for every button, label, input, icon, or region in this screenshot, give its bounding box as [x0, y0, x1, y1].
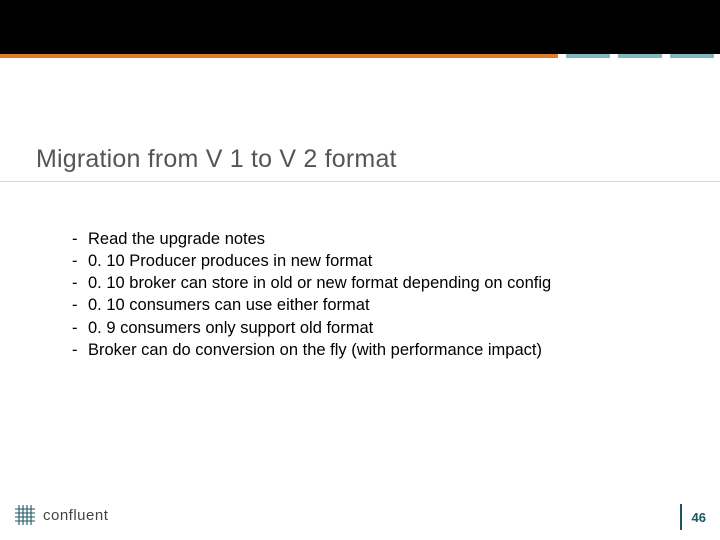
top-banner — [0, 0, 720, 54]
page-number: 46 — [692, 510, 706, 525]
bullet-dash: - — [72, 230, 88, 249]
brand-logo-text: confluent — [43, 507, 108, 524]
bullet-dash: - — [72, 274, 88, 293]
footer: confluent 46 — [0, 490, 720, 540]
bullet-text: 0. 10 Producer produces in new format — [88, 251, 372, 271]
slide: Migration from V 1 to V 2 format - Read … — [0, 0, 720, 540]
list-item: - 0. 10 Producer produces in new format — [72, 251, 672, 271]
bullet-text: 0. 10 broker can store in old or new for… — [88, 273, 551, 293]
page-divider — [680, 504, 682, 530]
orange-rule — [0, 54, 558, 58]
slide-title: Migration from V 1 to V 2 format — [36, 145, 397, 174]
teal-segment — [566, 54, 610, 58]
bullet-dash: - — [72, 252, 88, 271]
confluent-mark-icon — [14, 504, 36, 526]
teal-segment — [618, 54, 662, 58]
brand-logo: confluent — [14, 504, 108, 526]
page-number-block: 46 — [680, 504, 706, 530]
bullet-text: Broker can do conversion on the fly (wit… — [88, 340, 542, 360]
bullet-text: Read the upgrade notes — [88, 229, 265, 249]
bullet-text: 0. 9 consumers only support old format — [88, 318, 373, 338]
teal-segment — [670, 54, 714, 58]
list-item: - 0. 10 consumers can use either format — [72, 295, 672, 315]
bullet-list: - Read the upgrade notes - 0. 10 Produce… — [72, 229, 672, 362]
bullet-dash: - — [72, 296, 88, 315]
list-item: - Broker can do conversion on the fly (w… — [72, 340, 672, 360]
bullet-dash: - — [72, 319, 88, 338]
list-item: - 0. 9 consumers only support old format — [72, 318, 672, 338]
bullet-text: 0. 10 consumers can use either format — [88, 295, 370, 315]
list-item: - 0. 10 broker can store in old or new f… — [72, 273, 672, 293]
title-underline — [0, 181, 720, 182]
list-item: - Read the upgrade notes — [72, 229, 672, 249]
bullet-dash: - — [72, 341, 88, 360]
